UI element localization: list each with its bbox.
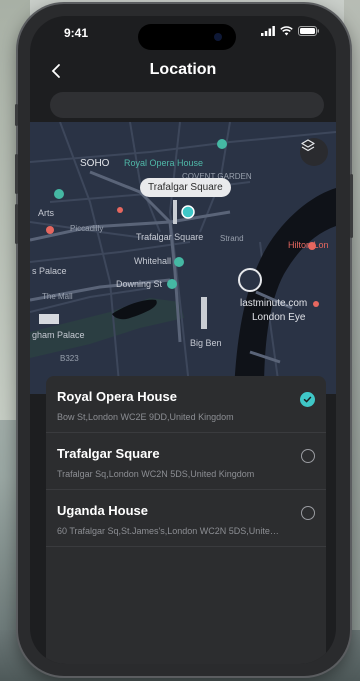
place-sheet: Royal Opera House Bow St,London WC2E 9DD… xyxy=(46,376,326,664)
map-label-downing-st: Downing St xyxy=(116,279,163,289)
map-label-arts: Arts xyxy=(38,208,55,218)
place-name: Royal Opera House xyxy=(57,389,177,404)
map-label-whitehall: Whitehall xyxy=(134,256,172,266)
place-item-uganda-house[interactable]: Uganda House 60 Trafalgar Sq,St.James's,… xyxy=(46,490,326,547)
nav-bar: Location xyxy=(30,56,336,88)
battery-icon xyxy=(298,26,319,36)
map-label-mall: The Mall xyxy=(42,292,73,301)
signal-icon xyxy=(261,26,275,36)
map-label-royal-opera-house: Royal Opera House xyxy=(124,158,204,168)
downing-marker xyxy=(167,279,177,289)
page-title: Location xyxy=(149,61,217,78)
big-ben xyxy=(201,297,207,329)
place-name: Trafalgar Square xyxy=(57,446,160,461)
place-address: 60 Trafalgar Sq,St.James's,London WC2N 5… xyxy=(57,526,279,536)
red-poi-1 xyxy=(46,226,54,234)
map-label-road-b323: B323 xyxy=(60,354,79,363)
check-circle-icon xyxy=(303,396,312,403)
place-list: Royal Opera House Bow St,London WC2E 9DD… xyxy=(46,376,326,547)
map-callout: Trafalgar Square xyxy=(140,178,231,197)
phone-screen: 9:41 Location SOHO Royal Opera House COV… xyxy=(30,16,336,664)
layers-button[interactable] xyxy=(300,138,328,166)
place-name: Uganda House xyxy=(57,503,149,518)
palace-icon xyxy=(39,314,59,324)
red-poi-3 xyxy=(313,301,319,307)
power-button xyxy=(350,174,353,238)
radio-unselected[interactable] xyxy=(301,506,315,520)
radio-unselected[interactable] xyxy=(301,449,315,463)
red-poi-2 xyxy=(117,207,123,213)
map-label-palace: s Palace xyxy=(32,266,67,276)
volume-up-button xyxy=(15,154,18,194)
map-label-big-ben: Big Ben xyxy=(190,338,222,348)
attraction-marker-arts xyxy=(54,189,64,199)
map-label-hilton: Hilton Lon xyxy=(288,240,329,250)
status-bar: 9:41 xyxy=(30,16,336,52)
search-input[interactable] xyxy=(50,92,324,118)
map-label-lastminute: lastminute.com xyxy=(240,298,308,309)
volume-down-button xyxy=(15,204,18,244)
silent-switch xyxy=(15,104,18,126)
whitehall-marker xyxy=(174,257,184,267)
camera-icon xyxy=(214,33,222,41)
selected-pin xyxy=(181,205,195,219)
status-icons xyxy=(261,26,320,36)
map-label-trafalgar-square: Trafalgar Square xyxy=(136,232,204,242)
map-view[interactable]: SOHO Royal Opera House COVENT GARDEN Art… xyxy=(30,122,336,394)
map-label-soho: SOHO xyxy=(80,158,110,169)
map-label-london-eye: London Eye xyxy=(252,312,306,323)
nelson-column xyxy=(173,200,177,224)
dynamic-island xyxy=(138,24,236,50)
radio-selected[interactable] xyxy=(300,392,315,407)
map-label-gham-palace: gham Palace xyxy=(32,330,85,340)
place-item-royal-opera-house[interactable]: Royal Opera House Bow St,London WC2E 9DD… xyxy=(46,376,326,433)
place-item-trafalgar-square[interactable]: Trafalgar Square Trafalgar Sq,London WC2… xyxy=(46,433,326,490)
place-address: Trafalgar Sq,London WC2N 5DS,United King… xyxy=(57,469,255,479)
status-time: 9:41 xyxy=(64,26,89,40)
london-eye-marker xyxy=(238,268,262,292)
wifi-icon xyxy=(280,26,293,36)
layers-icon xyxy=(301,139,315,152)
place-address: Bow St,London WC2E 9DD,United Kingdom xyxy=(57,412,234,422)
map-label-strand: Strand xyxy=(220,234,244,243)
opera-house-marker xyxy=(217,139,227,149)
map-label-piccadilly: Piccadilly xyxy=(70,224,104,233)
